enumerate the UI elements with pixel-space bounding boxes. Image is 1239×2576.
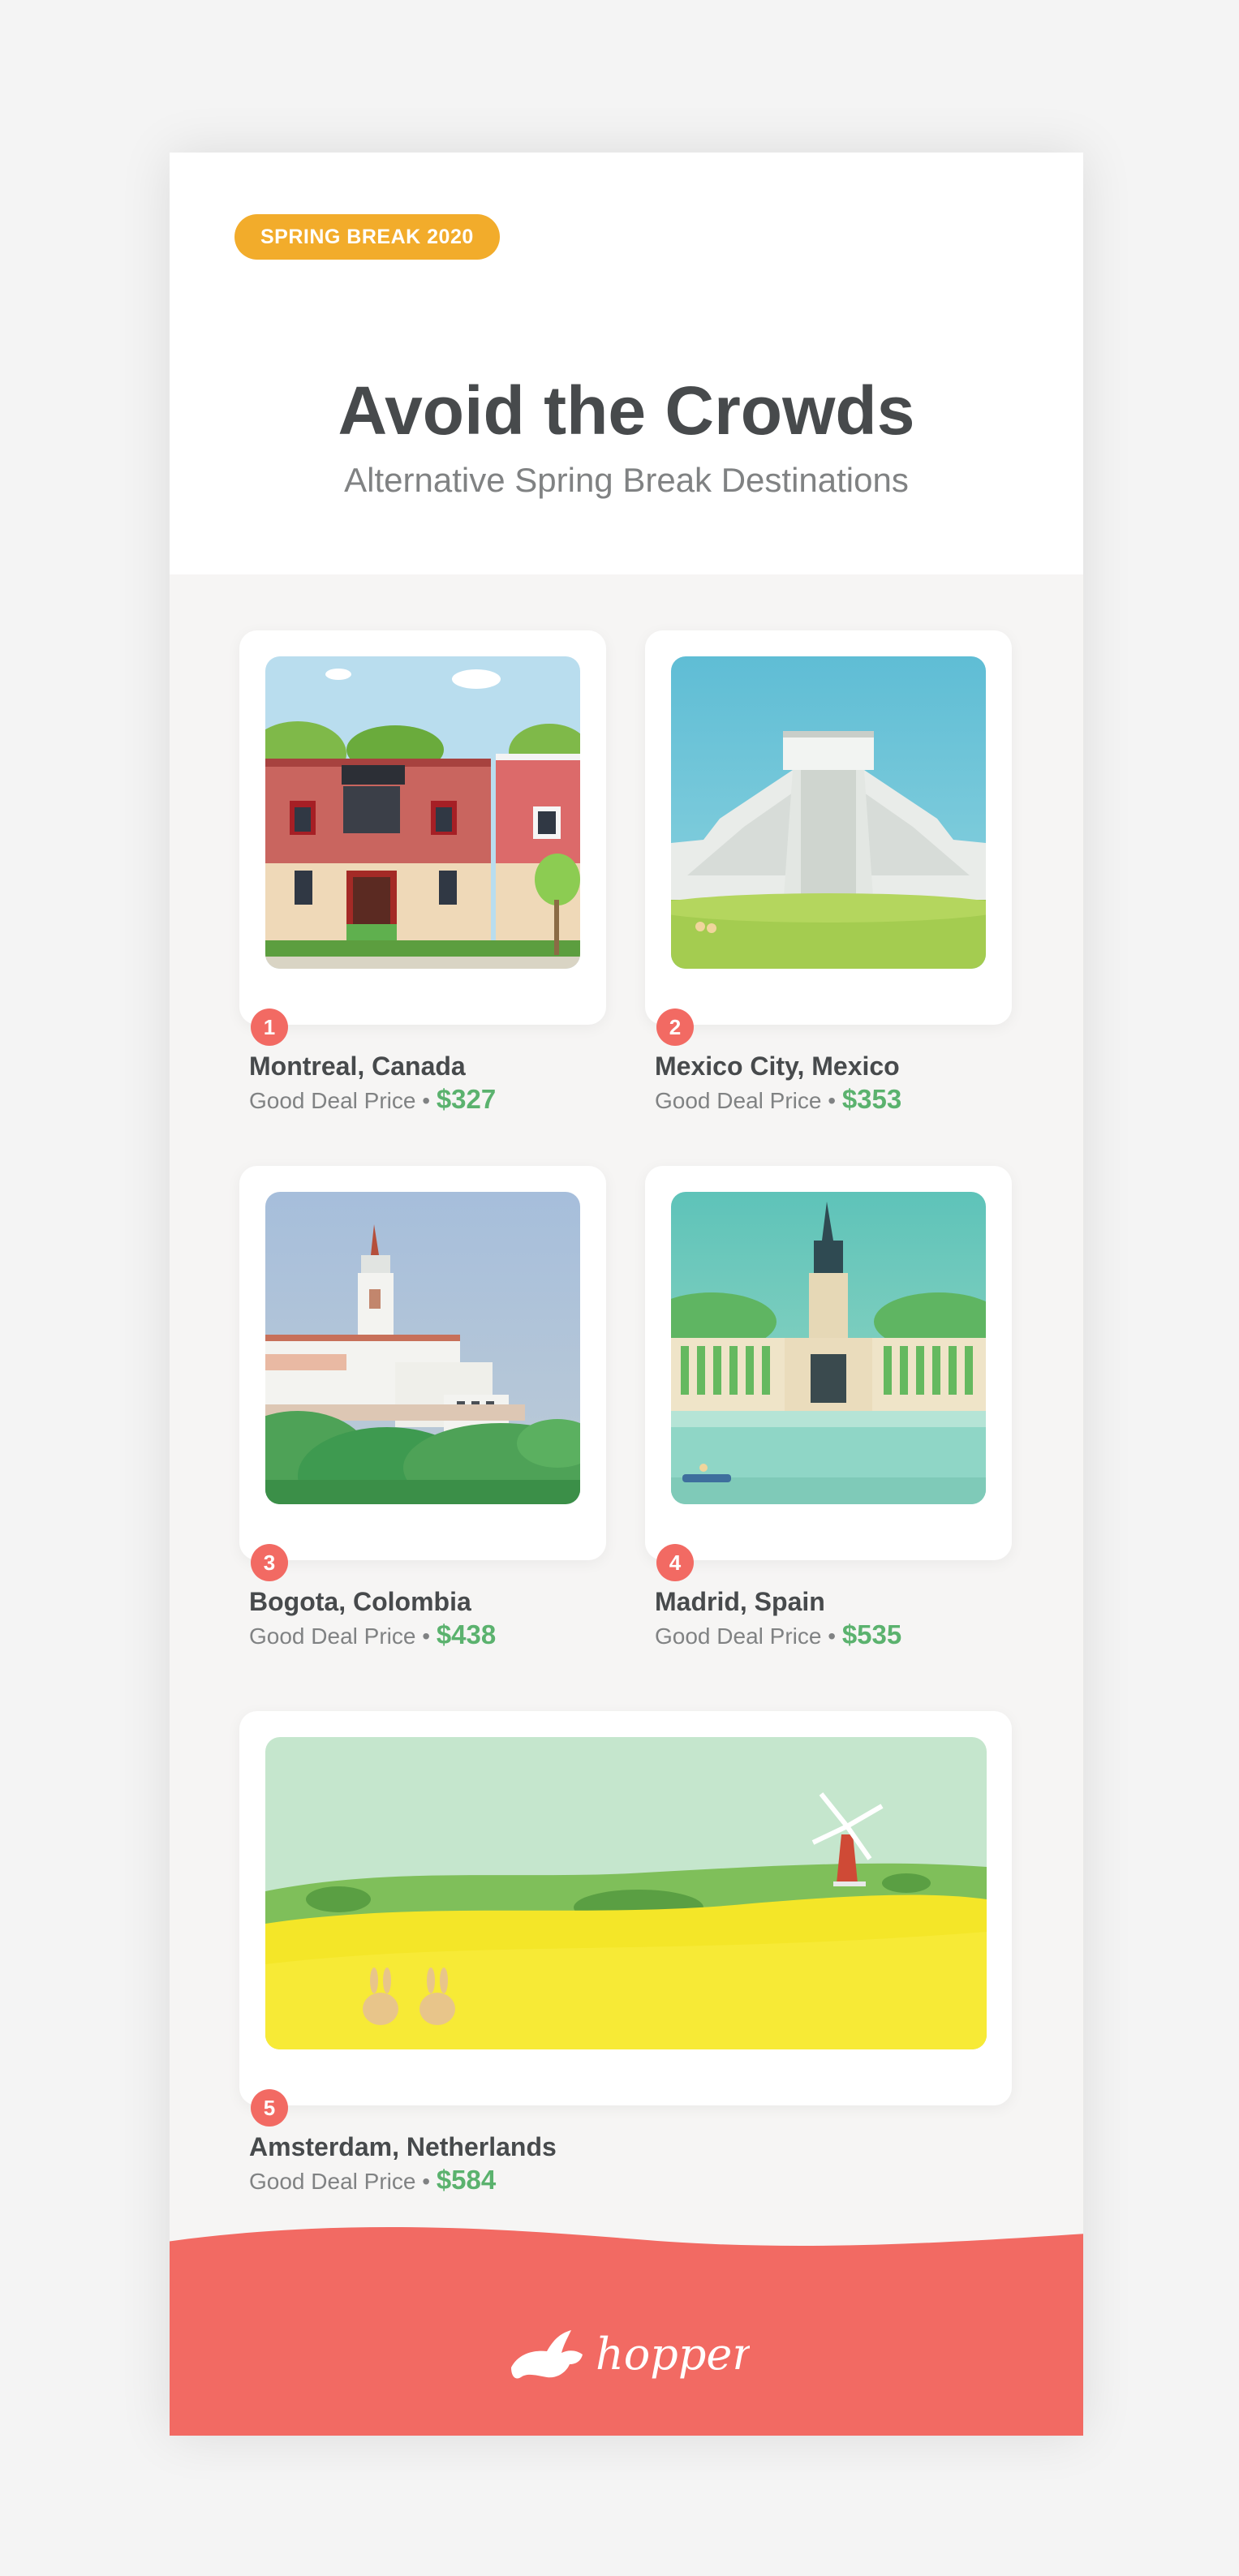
price-separator: • xyxy=(828,1623,837,1649)
price-amount: $327 xyxy=(436,1084,497,1114)
destination-card-bogota[interactable] xyxy=(239,1166,606,1560)
bogota-illustration xyxy=(265,1192,580,1504)
price-amount: $438 xyxy=(436,1619,497,1649)
destination-price-madrid: Good Deal Price • $535 xyxy=(655,1619,901,1653)
infographic-sheet: SPRING BREAK 2020 Avoid the Crowds Alter… xyxy=(170,153,1083,2436)
mexico-city-illustration xyxy=(671,656,986,969)
destination-number-4: 4 xyxy=(656,1544,694,1581)
price-label: Good Deal Price xyxy=(249,1623,416,1649)
destination-number-2: 2 xyxy=(656,1008,694,1046)
montreal-illustration xyxy=(265,656,580,969)
header: SPRING BREAK 2020 Avoid the Crowds Alter… xyxy=(170,153,1083,574)
madrid-illustration xyxy=(671,1192,986,1504)
price-amount: $584 xyxy=(436,2165,497,2195)
hopper-wordmark: hopper xyxy=(596,2329,750,2380)
destination-city-montreal: Montreal, Canada xyxy=(249,1051,466,1081)
destination-number-3: 3 xyxy=(251,1544,288,1581)
price-amount: $535 xyxy=(841,1619,902,1649)
amsterdam-illustration xyxy=(265,1737,987,2049)
destination-card-amsterdam[interactable] xyxy=(239,1711,1012,2105)
price-separator: • xyxy=(422,1088,431,1113)
destination-card-madrid[interactable] xyxy=(645,1166,1012,1560)
destination-card-montreal[interactable] xyxy=(239,630,606,1025)
hopper-logo[interactable]: hopper xyxy=(506,2319,755,2392)
price-separator: • xyxy=(422,2169,431,2194)
page-subtitle: Alternative Spring Break Destinations xyxy=(344,461,909,499)
destination-price-mexico-city: Good Deal Price • $353 xyxy=(655,1083,901,1117)
price-label: Good Deal Price xyxy=(655,1623,822,1649)
price-label: Good Deal Price xyxy=(249,2169,416,2194)
price-amount: $353 xyxy=(841,1084,902,1114)
destination-price-amsterdam: Good Deal Price • $584 xyxy=(249,2164,496,2198)
header-wave xyxy=(170,534,1083,575)
destination-city-madrid: Madrid, Spain xyxy=(655,1587,825,1616)
destination-city-amsterdam: Amsterdam, Netherlands xyxy=(249,2132,557,2161)
destination-number-5: 5 xyxy=(251,2089,288,2127)
destination-price-bogota: Good Deal Price • $438 xyxy=(249,1619,496,1653)
price-separator: • xyxy=(422,1623,431,1649)
destination-city-bogota: Bogota, Colombia xyxy=(249,1587,471,1616)
page-title: Avoid the Crowds xyxy=(338,372,915,449)
price-separator: • xyxy=(828,1088,837,1113)
destination-city-mexico-city: Mexico City, Mexico xyxy=(655,1051,900,1081)
bunny-icon: hopper xyxy=(511,2329,755,2380)
destination-price-montreal: Good Deal Price • $327 xyxy=(249,1083,496,1117)
destination-number-1: 1 xyxy=(251,1008,288,1046)
price-label: Good Deal Price xyxy=(249,1088,416,1113)
price-label: Good Deal Price xyxy=(655,1088,822,1113)
spring-break-badge: SPRING BREAK 2020 xyxy=(234,214,500,260)
destination-card-mexico-city[interactable] xyxy=(645,630,1012,1025)
